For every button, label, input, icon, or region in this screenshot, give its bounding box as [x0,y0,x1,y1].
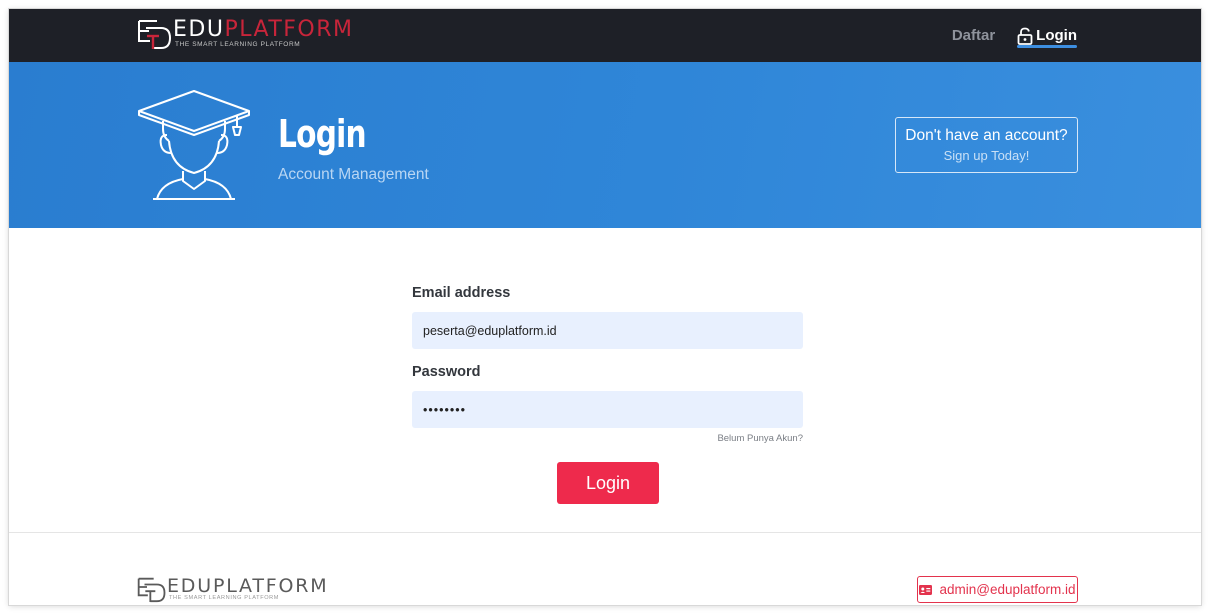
footer-logo-wordmark: EDUPLATFORM [167,575,329,597]
page-subtitle: Account Management [278,166,429,183]
email-label: Email address [412,285,511,301]
nav-link-daftar[interactable]: Daftar [952,9,995,62]
footer-logo-mark-icon [137,577,166,603]
footer-divider [9,532,1201,533]
contact-email-link[interactable]: admin@eduplatform.id [917,576,1078,603]
nav-link-login[interactable]: Login [1017,9,1077,62]
graduate-icon [138,90,250,200]
logo-text: EDUPLATFORM THE SMART LEARNING PLATFORM [173,17,354,49]
contact-email-text: admin@eduplatform.id [939,582,1076,597]
id-card-icon [919,584,933,595]
footer-logo-text: EDUPLATFORM THE SMART LEARNING PLATFORM [167,576,328,601]
signup-button[interactable]: Don't have an account? Sign up Today! [895,117,1078,173]
nav-link-login-label: Login [1036,27,1077,44]
site-logo[interactable]: EDUPLATFORM THE SMART LEARNING PLATFORM [137,18,354,50]
logo-tagline: THE SMART LEARNING PLATFORM [175,41,301,48]
password-field[interactable] [412,391,803,428]
nav-link-daftar-label: Daftar [951,27,996,44]
hero-banner: Login Account Management Don't have an a… [9,62,1201,228]
signup-question: Don't have an account? [905,127,1068,144]
page-title: Login [278,112,367,156]
no-account-link[interactable]: Belum Punya Akun? [717,433,803,444]
email-field[interactable] [412,312,803,349]
lock-icon [1017,27,1033,45]
browser-frame: EDUPLATFORM THE SMART LEARNING PLATFORM … [9,9,1201,605]
top-navbar: EDUPLATFORM THE SMART LEARNING PLATFORM … [9,9,1201,62]
login-button[interactable]: Login [557,462,659,504]
logo-mark-icon [138,20,172,49]
signup-cta: Sign up Today! [943,148,1030,163]
nav-links: Daftar Login [952,9,1077,62]
logo-wordmark: EDUPLATFORM [173,17,354,42]
password-label: Password [412,364,481,380]
footer-logo[interactable]: EDUPLATFORM THE SMART LEARNING PLATFORM [137,576,328,603]
